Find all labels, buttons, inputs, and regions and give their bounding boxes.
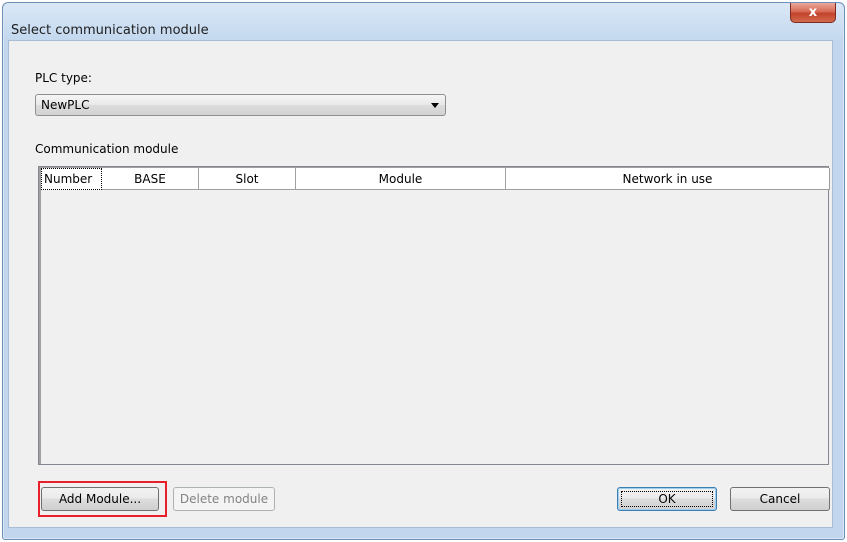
dialog-client-area: PLC type: NewPLC Communication module Nu… (8, 40, 833, 528)
add-module-button[interactable]: Add Module... (41, 487, 159, 511)
column-header-slot[interactable]: Slot (199, 168, 296, 190)
close-button[interactable]: x (790, 3, 836, 23)
plc-type-selected-value: NewPLC (41, 98, 90, 112)
focus-rectangle (621, 491, 713, 507)
list-header: Number BASE Slot Module Network in use (41, 168, 830, 190)
title-bar: Select communication module x (3, 3, 844, 39)
window-title: Select communication module (11, 23, 209, 38)
dropdown-arrow-icon[interactable] (431, 103, 439, 108)
ok-button[interactable]: OK (617, 487, 717, 511)
delete-module-button[interactable]: Delete module (173, 487, 275, 511)
cancel-button[interactable]: Cancel (730, 487, 830, 511)
column-header-module[interactable]: Module (296, 168, 506, 190)
plc-type-dropdown[interactable]: NewPLC (35, 94, 446, 116)
plc-type-label: PLC type: (35, 71, 92, 85)
column-header-number[interactable]: Number (41, 168, 102, 190)
close-icon: x (808, 5, 818, 20)
column-header-base[interactable]: BASE (102, 168, 199, 190)
column-header-network-in-use[interactable]: Network in use (506, 168, 830, 190)
communication-module-label: Communication module (35, 142, 179, 156)
communication-module-list[interactable]: Number BASE Slot Module Network in use (38, 166, 830, 465)
list-body[interactable]: Number BASE Slot Module Network in use (39, 167, 830, 464)
